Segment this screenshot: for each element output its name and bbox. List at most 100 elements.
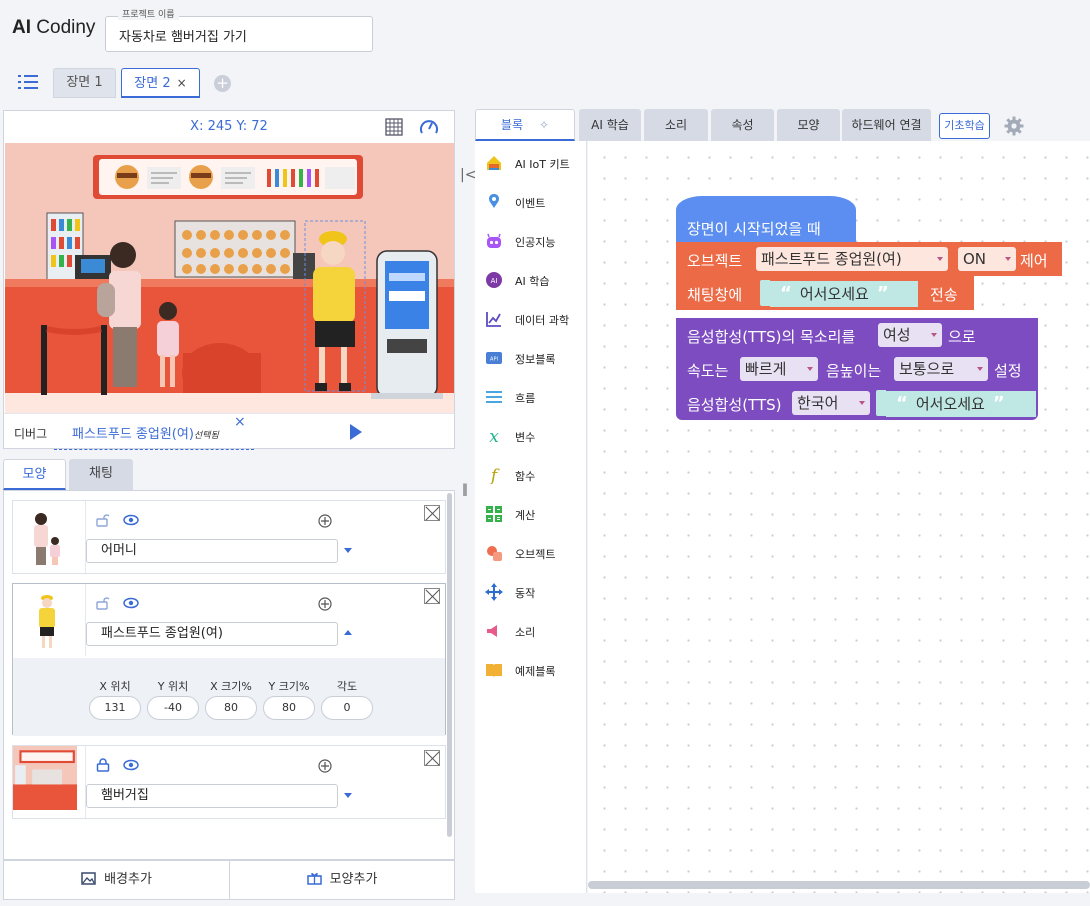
flow-icon [486,391,502,403]
svg-text:f: f [489,466,500,484]
tab-properties[interactable]: 속성 [711,109,774,141]
delete-object-icon[interactable] [424,750,440,766]
function-icon: f [489,466,500,484]
project-name-field[interactable]: 자동차로 햄버거집 가기 [105,16,373,52]
category-ai[interactable]: 인공지능 [475,230,587,254]
panel-splitter-handle[interactable]: ‖ [462,482,468,496]
tab-hardware[interactable]: 하드웨어 연결 [842,109,931,141]
selected-object-tab[interactable]: 패스트푸드 종업원(여)선택됨 × [54,414,254,450]
block-tts-voice[interactable]: 음성합성(TTS)의 목소리를 여성 으로 [676,318,1038,352]
center-target-icon[interactable] [317,596,333,612]
category-events[interactable]: 이벤트 [475,191,587,215]
category-info-blocks[interactable]: API 정보블록 [475,347,587,371]
pin-icon[interactable]: ✧ [539,118,549,132]
add-background-button[interactable]: 배경추가 [4,861,230,899]
lock-icon[interactable] [96,758,110,772]
expand-chevron-down-icon[interactable] [344,793,352,798]
basic-learning-button[interactable]: 기초학습 [939,113,990,139]
tab-shape[interactable]: 모양 [777,109,840,141]
svg-text:AI: AI [491,277,498,285]
speed-gauge-icon[interactable] [419,118,439,136]
tab-chat[interactable]: 채팅 [69,459,133,490]
category-ai-iot[interactable]: AI IoT 키트 [475,152,587,176]
stage-canvas[interactable] [5,143,454,413]
category-sound[interactable]: 소리 [475,620,587,644]
category-variables[interactable]: x 변수 [475,425,587,449]
center-target-icon[interactable] [317,758,333,774]
hat-block-scene-start[interactable]: 장면이 시작되었을 때 [676,196,856,242]
prop-angle-input[interactable]: 0 [321,696,373,720]
object-name-field[interactable]: 패스트푸드 종업원(여) [86,622,338,646]
object-item-burger-shop[interactable]: 햄버거집 [12,745,446,819]
scene-tab-1[interactable]: 장면 1 [53,68,116,98]
tab-shape[interactable]: 모양 [3,459,66,490]
category-data-science[interactable]: 데이터 과학 [475,308,587,332]
category-functions[interactable]: f 함수 [475,464,587,488]
project-name-value[interactable]: 자동차로 햄버거집 가기 [119,26,247,45]
tab-blocks[interactable]: 블록 ✧ [475,109,575,141]
state-dropdown[interactable]: ON [958,247,1016,271]
object-list: 어머니 패스트푸드 종업원(여) X 위치 131 Y 위치 -40 X 크기% [3,490,455,860]
play-icon[interactable] [350,424,362,440]
prop-x-input[interactable]: 131 [89,696,141,720]
category-object[interactable]: 오브젝트 [475,542,587,566]
object-name-field[interactable]: 어머니 [86,539,338,563]
object-name-field[interactable]: 햄버거집 [86,784,338,808]
delete-object-icon[interactable] [424,505,440,521]
grid-icon[interactable] [385,118,403,136]
prop-y-scale-input[interactable]: 80 [263,696,315,720]
object-item-mother[interactable]: 어머니 [12,500,446,574]
debug-tab[interactable]: 디버그 [14,425,47,442]
voice-dropdown[interactable]: 여성 [878,323,942,347]
block-tts-speak[interactable]: 음성합성(TTS) 한국어 “어서오세요” [676,386,1038,420]
language-dropdown[interactable]: 한국어 [792,391,870,415]
visibility-eye-icon[interactable] [123,759,139,771]
block-tts-speed-pitch[interactable]: 속도는 빠르게 음높이는 보통으로 설정 [676,352,1038,386]
robot-icon [487,233,501,248]
image-icon [81,872,96,885]
add-scene-button[interactable]: + [214,75,231,92]
collapse-panel-icon[interactable]: |< [460,167,476,183]
block-chat-send[interactable]: 채팅창에 “어서오세요” 전송 [676,276,974,310]
delete-object-icon[interactable] [424,588,440,604]
object-list-scrollbar[interactable] [447,493,452,837]
close-scene-icon[interactable]: × [177,76,187,90]
unlock-icon[interactable] [96,513,110,527]
unlock-icon[interactable] [96,596,110,610]
pin-icon [489,194,499,208]
category-flow[interactable]: 흐름 [475,386,587,410]
list-menu-icon[interactable] [18,72,38,90]
category-ai-learning[interactable]: AI AI 학습 [475,269,587,293]
workspace-horizontal-scrollbar[interactable] [588,881,1090,889]
api-icon: API [486,352,502,364]
category-calc[interactable]: 계산 [475,503,587,527]
prop-x-scale-input[interactable]: 80 [205,696,257,720]
gear-icon[interactable] [1004,116,1024,136]
add-shape-button[interactable]: 모양추가 [230,861,454,899]
visibility-eye-icon[interactable] [123,514,139,526]
collapse-chevron-up-icon[interactable] [344,630,352,635]
tts-text-input[interactable]: “어서오세요” [886,391,1036,417]
speed-dropdown[interactable]: 빠르게 [740,357,818,381]
chat-text-input[interactable]: “어서오세요” [770,281,918,307]
pitch-dropdown[interactable]: 보통으로 [894,357,988,381]
chart-icon [486,312,501,327]
scene-tab-2[interactable]: 장면 2 × [121,68,200,98]
category-motion[interactable]: 동작 [475,581,587,605]
prop-label: Y 위치 [157,680,189,693]
tab-ai-learning[interactable]: AI 학습 [579,109,641,141]
category-examples[interactable]: 예제블록 [475,659,587,683]
object-dropdown[interactable]: 패스트푸드 종업원(여) [756,247,948,271]
prop-label: 각도 [336,680,358,693]
visibility-eye-icon[interactable] [123,597,139,609]
app-logo: AI Codiny [12,17,96,38]
gift-icon [306,873,322,885]
block-object-control[interactable]: 오브젝트 패스트푸드 종업원(여) ON 제어 [676,242,1062,276]
expand-chevron-down-icon[interactable] [344,548,352,553]
object-item-fastfood-employee[interactable]: 패스트푸드 종업원(여) X 위치 131 Y 위치 -40 X 크기% 80 … [12,583,446,736]
ai-icon: AI [486,272,502,288]
prop-y-input[interactable]: -40 [147,696,199,720]
center-target-icon[interactable] [317,513,333,529]
tab-sound[interactable]: 소리 [644,109,708,141]
close-object-tab-icon[interactable]: × [234,414,246,430]
